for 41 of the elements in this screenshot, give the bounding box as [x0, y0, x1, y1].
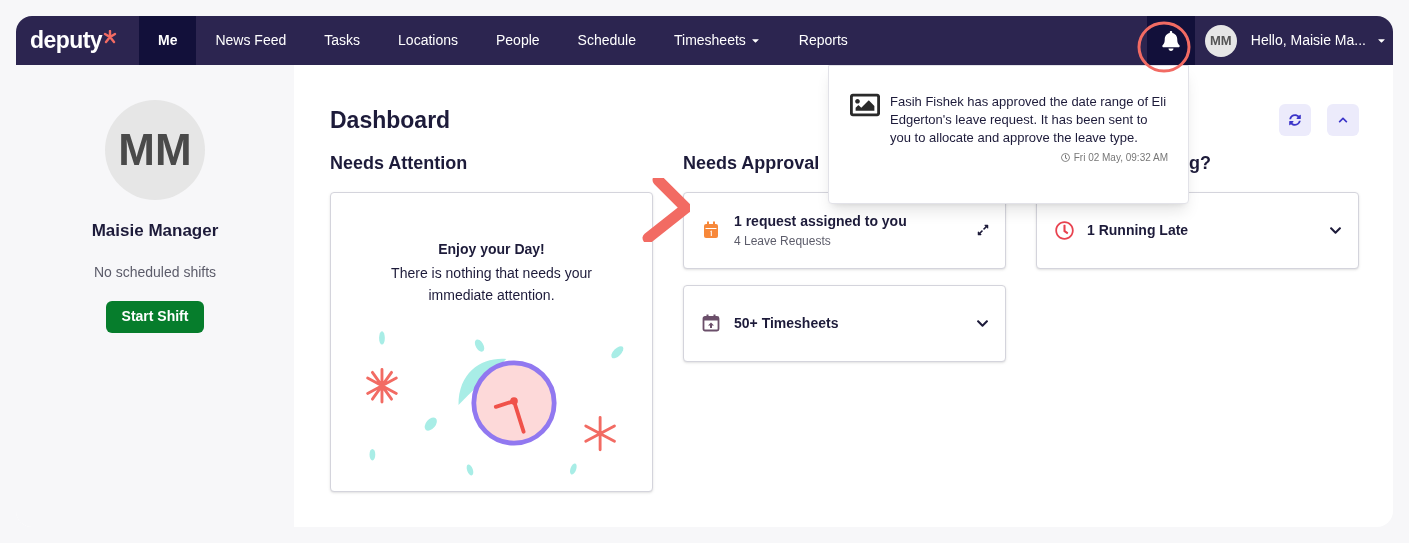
notification-time: Fri 02 May, 09:32 AM: [1060, 150, 1168, 165]
section-heading: g?: [1189, 151, 1211, 175]
dashboard-title: Dashboard: [330, 106, 451, 135]
start-shift-button[interactable]: Start Shift: [105, 300, 205, 333]
empty-state-text: There is nothing that needs your immediate attention.: [390, 263, 593, 305]
user-menu[interactable]: Hello, Maisie Ma...: [1250, 30, 1387, 51]
summary-card[interactable]: 1 Running Late: [1036, 191, 1359, 269]
bell-icon: [1160, 30, 1181, 51]
request-card[interactable]: 1 request assigned to you 4 Leave Requests: [683, 191, 1006, 269]
section-heading: Needs Approval: [683, 151, 820, 175]
nav-tab[interactable]: Tasks: [305, 16, 380, 65]
expand-icon[interactable]: [977, 224, 989, 236]
refresh-button[interactable]: [1279, 104, 1311, 137]
nav-tab[interactable]: People: [477, 16, 559, 65]
nav-tab[interactable]: Locations: [379, 16, 477, 65]
card-title: 1 Running Late: [1087, 220, 1190, 240]
clock-icon: [1060, 153, 1070, 162]
clock-icon: [1054, 220, 1074, 240]
shift-status: No scheduled shifts: [93, 262, 217, 282]
highlight-circle: [1136, 20, 1192, 74]
calendar-upload-icon: [702, 314, 720, 332]
nav-tab[interactable]: News Feed: [196, 16, 306, 65]
calendar-icon: [703, 221, 719, 239]
section-heading: Needs Attention: [330, 151, 468, 175]
card-title: 50+ Timesheets: [734, 313, 840, 333]
nav-tab[interactable]: Me: [139, 16, 197, 65]
profile-name: Maisie Manager: [91, 220, 219, 242]
profile-avatar: MM: [105, 100, 205, 200]
nav-tab[interactable]: Schedule: [558, 16, 655, 65]
nav-tab[interactable]: Timesheets: [655, 16, 780, 65]
card-subtitle: 4 Leave Requests: [734, 232, 832, 250]
card-title: 1 request assigned to you: [734, 211, 908, 231]
empty-state-title: Enjoy your Day!: [438, 239, 545, 259]
notification-text: Fasih Fishek has approved the date range of Eli Edgerton's leave request. It has been sent to you to allocate and approve the leave type.: [890, 93, 1168, 147]
asterisk-icon: [102, 29, 117, 44]
nav-tab[interactable]: Reports: [779, 16, 867, 65]
refresh-icon: [1289, 114, 1301, 127]
user-avatar[interactable]: MM: [1204, 24, 1237, 57]
summary-card[interactable]: 50+ Timesheets: [683, 284, 1006, 362]
chevron-up-icon: [1338, 115, 1348, 126]
deputy-logo[interactable]: deputy: [16, 23, 139, 58]
